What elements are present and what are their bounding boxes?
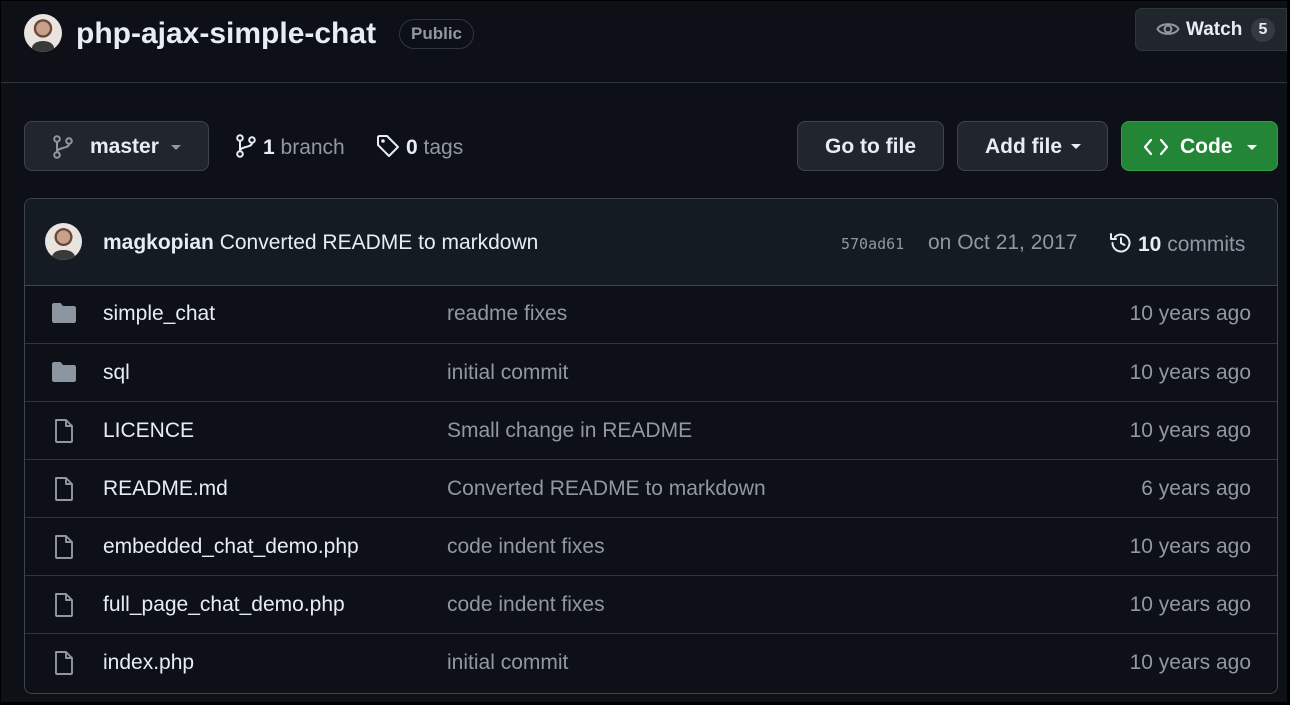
file-row[interactable]: sql initial commit 10 years ago (25, 343, 1277, 401)
file-name[interactable]: index.php (103, 651, 194, 675)
file-commit-message[interactable]: code indent fixes (447, 535, 605, 559)
file-age: 10 years ago (1129, 361, 1251, 384)
file-name[interactable]: embedded_chat_demo.php (103, 535, 359, 559)
file-age: 10 years ago (1129, 593, 1251, 616)
commit-count: 10 (1138, 233, 1162, 256)
branches-link[interactable]: 1 branch (235, 134, 345, 164)
file-commit-message[interactable]: initial commit (447, 651, 568, 675)
file-icon (51, 418, 77, 449)
file-commit-message[interactable]: readme fixes (447, 302, 567, 326)
file-row[interactable]: LICENCE Small change in README 10 years ag… (25, 401, 1277, 459)
file-commit-message[interactable]: Converted README to markdown (447, 477, 766, 501)
branch-select-button[interactable]: master (24, 121, 209, 171)
repo-header: php-ajax-simple-chat Public Watch 5 (1, 1, 1287, 83)
code-button[interactable]: Code (1121, 121, 1278, 171)
file-age: 6 years ago (1141, 477, 1251, 500)
file-age: 10 years ago (1129, 419, 1251, 442)
author-avatar[interactable] (45, 223, 82, 260)
file-name[interactable]: sql (103, 361, 130, 385)
commit-date: on Oct 21, 2017 (928, 231, 1078, 254)
chevron-down-icon (171, 145, 181, 150)
tags-link[interactable]: 0 tags (376, 134, 463, 164)
file-name[interactable]: full_page_chat_demo.php (103, 593, 345, 617)
tag-icon (376, 134, 400, 164)
commit-author[interactable]: magkopian (103, 231, 214, 254)
commit-sha[interactable]: 570ad61 (841, 235, 904, 253)
file-row[interactable]: simple_chat readme fixes 10 years ago (25, 285, 1277, 343)
go-to-file-button[interactable]: Go to file (797, 121, 944, 171)
eye-icon (1156, 19, 1180, 44)
commit-message: magkopian Converted README to markdown (103, 231, 538, 255)
tag-count: 0 (406, 136, 418, 159)
file-name[interactable]: LICENCE (103, 419, 194, 443)
file-age: 10 years ago (1129, 535, 1251, 558)
code-label: Code (1180, 135, 1233, 158)
file-age: 10 years ago (1129, 651, 1251, 674)
git-branch-icon (52, 135, 74, 165)
file-browser: magkopian Converted README to markdown 5… (24, 198, 1278, 694)
latest-commit-bar: magkopian Converted README to markdown 5… (25, 199, 1277, 286)
tag-word: tags (423, 136, 464, 159)
file-age: 10 years ago (1129, 302, 1251, 325)
file-list: simple_chat readme fixes 10 years ago sql in… (25, 285, 1277, 691)
chevron-down-icon (1071, 144, 1081, 149)
repo-name[interactable]: php-ajax-simple-chat (76, 15, 376, 53)
file-name[interactable]: simple_chat (103, 302, 215, 326)
add-file-label: Add file (985, 135, 1062, 158)
git-branch-icon (235, 134, 257, 164)
file-commit-message[interactable]: code indent fixes (447, 593, 605, 617)
go-to-file-label: Go to file (825, 135, 916, 158)
commits-history-link[interactable]: 10 commits (1109, 231, 1245, 261)
file-row[interactable]: embedded_chat_demo.php code indent fixes 1… (25, 517, 1277, 575)
file-icon (51, 592, 77, 623)
watch-button[interactable]: Watch 5 (1135, 8, 1287, 51)
add-file-button[interactable]: Add file (957, 121, 1108, 171)
folder-icon (51, 361, 77, 388)
repo-page: php-ajax-simple-chat Public Watch 5 mast… (1, 1, 1287, 702)
watch-label: Watch (1186, 19, 1243, 40)
branch-word: branch (280, 136, 345, 159)
folder-icon (51, 302, 77, 329)
commits-word: commits (1167, 233, 1246, 256)
file-icon (51, 476, 77, 507)
history-icon (1109, 231, 1133, 261)
code-icon (1143, 137, 1169, 163)
branch-count: 1 (263, 136, 275, 159)
commit-message-text[interactable]: Converted README to markdown (220, 231, 539, 254)
file-commit-message[interactable]: Small change in README (447, 419, 692, 443)
branch-name: master (90, 135, 159, 158)
watch-count: 5 (1251, 18, 1275, 42)
file-name[interactable]: README.md (103, 477, 228, 501)
file-row[interactable]: README.md Converted README to markdown 6 y… (25, 459, 1277, 517)
file-row[interactable]: full_page_chat_demo.php code indent fixes… (25, 575, 1277, 633)
file-row[interactable]: index.php initial commit 10 years ago (25, 633, 1277, 691)
visibility-badge: Public (399, 19, 475, 49)
chevron-down-icon (1247, 145, 1257, 150)
file-icon (51, 534, 77, 565)
owner-avatar[interactable] (24, 14, 62, 52)
file-icon (51, 650, 77, 681)
file-commit-message[interactable]: initial commit (447, 361, 568, 385)
